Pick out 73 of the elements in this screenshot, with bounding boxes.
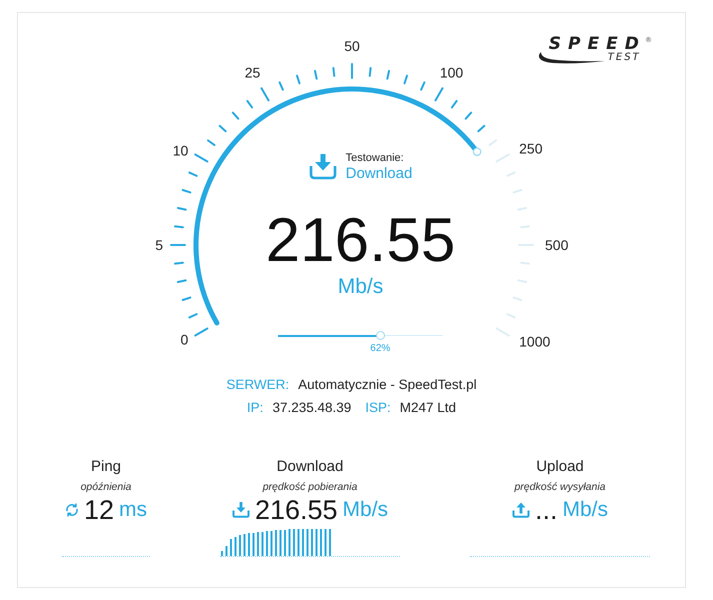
scale-label: 250 xyxy=(518,140,542,156)
result-subtitle: prędkość pobierania xyxy=(262,480,358,494)
gauge-tick xyxy=(516,279,527,284)
scale-label: 5 xyxy=(154,237,162,253)
refresh-icon xyxy=(64,503,79,517)
server-value: Automatycznie - SpeedTest.pl xyxy=(298,376,477,394)
scale-label: 50 xyxy=(344,38,360,54)
gauge-tick xyxy=(519,262,530,265)
gauge-tick xyxy=(350,63,352,79)
gauge-tick xyxy=(402,74,408,85)
swoosh-icon xyxy=(536,52,605,64)
result-unit: Mb/s xyxy=(342,497,388,523)
result-subtitle: opóźnienia xyxy=(80,480,132,494)
gauge-tick xyxy=(313,70,318,80)
connection-value: M247 Ltd xyxy=(400,399,456,417)
result-title: Download xyxy=(276,458,344,476)
result-unit: ms xyxy=(119,497,148,523)
result-subtitle: prędkość wysyłania xyxy=(514,480,606,494)
logo-text: SPEED xyxy=(548,37,646,52)
gauge-tick xyxy=(332,66,335,78)
scale-label: 500 xyxy=(544,237,568,253)
speed-value: 216.55 xyxy=(266,210,456,272)
gauge-tick xyxy=(505,171,516,178)
progress-percent: 62% xyxy=(370,343,390,355)
gauge-tick xyxy=(518,244,534,246)
logo-subtext: TEST xyxy=(608,53,641,63)
gauge-tick xyxy=(516,206,527,211)
phase-label: Download xyxy=(346,165,412,182)
gauge-tick xyxy=(278,81,284,92)
gauge-tick xyxy=(464,111,472,120)
gauge-tick xyxy=(180,188,192,194)
gauge-tick xyxy=(368,66,372,78)
result-value: ... xyxy=(534,494,558,526)
speed-unit: Mb/s xyxy=(338,276,384,298)
gauge-tick xyxy=(176,206,186,211)
gauge-tick xyxy=(295,74,300,85)
connection-label: IP: xyxy=(246,399,264,417)
scale-label: 25 xyxy=(244,64,260,81)
result-value: 12 xyxy=(84,494,114,526)
gauge-tick xyxy=(173,262,184,265)
download-icon xyxy=(308,154,337,180)
scale-label: 10 xyxy=(172,142,188,158)
gauge-tick xyxy=(450,100,458,109)
gauge-tick xyxy=(170,244,186,246)
gauge-tick xyxy=(386,70,390,80)
gauge-tick xyxy=(188,171,198,178)
gauge-tick xyxy=(180,296,192,302)
gauge-tick xyxy=(176,279,186,284)
gauge-tick xyxy=(245,100,253,109)
gauge-tick xyxy=(188,312,198,319)
connection-value: 37.235.48.39 xyxy=(272,399,352,417)
scale-label: 0 xyxy=(180,332,188,348)
result-value: 216.55 xyxy=(254,494,338,526)
gauge-tick xyxy=(230,111,240,120)
gauge-tick xyxy=(173,225,184,228)
result-title: Upload xyxy=(536,458,584,476)
gauge-tick xyxy=(519,225,530,228)
result-title: Ping xyxy=(90,458,122,476)
result-unit: Mb/s xyxy=(562,497,608,523)
scale-label: 1000 xyxy=(518,334,550,350)
status-label: Testowanie: xyxy=(346,152,405,165)
gauge-marker-icon xyxy=(472,148,481,156)
gauge-tick xyxy=(512,188,522,194)
connection-label: ISP: xyxy=(365,399,391,417)
gauge-tick xyxy=(488,138,497,146)
download-icon xyxy=(232,502,250,518)
gauge-tick xyxy=(512,296,522,302)
gauge-tick xyxy=(206,138,216,146)
gauge-tick xyxy=(419,81,426,92)
upload-icon xyxy=(512,502,530,518)
gauge-tick xyxy=(505,312,516,319)
server-label: SERWER: xyxy=(226,376,290,394)
scale-label: 100 xyxy=(439,64,463,81)
